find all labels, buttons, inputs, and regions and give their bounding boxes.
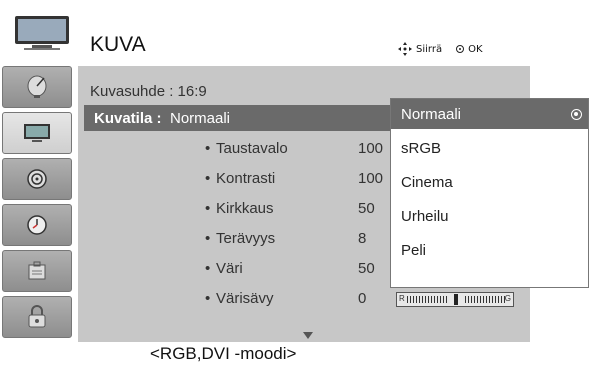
option-label: Normaali	[401, 106, 462, 123]
setting-name: Kirkkaus	[216, 200, 274, 217]
sidebar	[0, 66, 78, 342]
bullet-icon: •	[205, 230, 211, 247]
selected-radio-icon	[571, 109, 582, 120]
setting-value: 100	[358, 140, 384, 157]
dropdown-option-normaali[interactable]: Normaali	[391, 99, 588, 129]
bullet-icon: •	[205, 260, 211, 277]
sidebar-item-audio[interactable]	[2, 158, 72, 200]
scroll-down-arrow-icon[interactable]	[303, 332, 313, 339]
tint-green-label: G	[504, 294, 511, 303]
picture-mode-label: Kuvatila :	[94, 110, 162, 127]
menu-header: KUVA Siirrä OK	[0, 0, 532, 60]
bullet-icon: •	[205, 290, 211, 307]
lock-icon	[28, 305, 46, 328]
picture-mode-dropdown: Normaali sRGB Cinema Urheilu Peli	[390, 98, 589, 288]
menu-title: KUVA	[90, 33, 146, 56]
setting-value: 50	[358, 260, 375, 277]
dropdown-option-urheilu[interactable]: Urheilu	[391, 201, 588, 231]
tint-ticks-left	[407, 296, 449, 303]
setting-row-tint[interactable]: • Värisävy 0 R G	[78, 290, 530, 314]
setting-value: 50	[358, 200, 375, 217]
mode-caption: <RGB,DVI -moodi>	[150, 344, 297, 363]
setting-value: 100	[358, 170, 384, 187]
setting-value: 0	[358, 290, 367, 307]
move-hint-label: Siirrä	[416, 43, 443, 55]
sidebar-item-lock[interactable]	[2, 296, 72, 338]
dropdown-option-peli[interactable]: Peli	[391, 235, 588, 265]
satellite-dish-icon	[27, 75, 47, 98]
ok-button-icon	[456, 45, 465, 53]
tint-slider-handle[interactable]	[454, 294, 458, 305]
tv-icon	[15, 16, 69, 50]
tv-screen-icon	[24, 124, 50, 142]
setting-name: Väri	[216, 260, 243, 277]
sidebar-item-picture[interactable]	[2, 112, 72, 154]
bullet-icon: •	[205, 140, 211, 157]
option-label: Urheilu	[401, 208, 449, 225]
aspect-ratio-item[interactable]: Kuvasuhde : 16:9	[90, 83, 207, 100]
option-label: Cinema	[401, 174, 453, 191]
sidebar-item-option[interactable]	[2, 250, 72, 292]
option-label: sRGB	[401, 140, 442, 157]
setting-name: Kontrasti	[216, 170, 276, 187]
ok-hint-label: OK	[468, 43, 483, 55]
speaker-icon	[27, 169, 47, 189]
settings-box-icon	[28, 261, 46, 280]
tint-slider[interactable]: R G	[396, 292, 514, 307]
setting-name: Värisävy	[216, 290, 274, 307]
setting-name: Terävyys	[216, 230, 276, 247]
dpad-icon	[398, 42, 412, 56]
clock-icon	[27, 215, 47, 235]
picture-mode-value: Normaali	[170, 110, 231, 127]
sidebar-item-time[interactable]	[2, 204, 72, 246]
bullet-icon: •	[205, 170, 211, 187]
navigation-hint: Siirrä OK	[398, 42, 483, 56]
sidebar-item-channel[interactable]	[2, 66, 72, 108]
tint-ticks-right	[465, 296, 505, 303]
setting-name: Taustavalo	[216, 140, 288, 157]
tint-red-label: R	[399, 294, 405, 303]
bullet-icon: •	[205, 200, 211, 217]
option-label: Peli	[401, 242, 427, 259]
setting-value: 8	[358, 230, 367, 247]
dropdown-option-srgb[interactable]: sRGB	[391, 133, 588, 163]
dropdown-option-cinema[interactable]: Cinema	[391, 167, 588, 197]
